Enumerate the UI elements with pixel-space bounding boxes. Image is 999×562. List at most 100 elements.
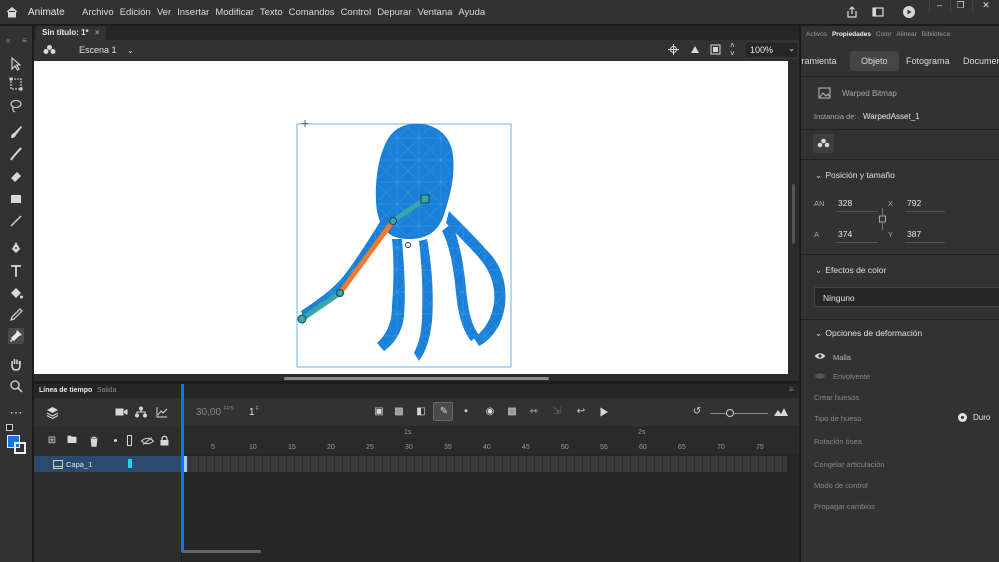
timeline-zoom-slider[interactable] [710, 413, 768, 414]
menu-item-edicion[interactable]: Edición [120, 7, 151, 18]
document-tab[interactable]: Sin título: 1* × [36, 26, 106, 40]
panel-scrollbar[interactable] [792, 184, 795, 244]
pen-tool-icon[interactable] [8, 240, 24, 256]
timeline-horizontal-scrollbar[interactable] [181, 550, 261, 553]
tab-timeline[interactable]: Línea de tiempo [39, 387, 92, 394]
playhead[interactable] [181, 384, 184, 552]
scene-symbol-icon[interactable] [43, 44, 56, 56]
subtab-documento[interactable]: Documento [963, 51, 999, 71]
menu-item-ayuda[interactable]: Ayuda [458, 7, 485, 18]
rewind-icon[interactable]: ↩ [575, 406, 587, 418]
subtab-herramienta[interactable]: Herramienta [801, 51, 837, 71]
onion-skin-icon[interactable]: ◧ [415, 406, 427, 418]
reset-zoom-icon[interactable]: ↺ [691, 406, 703, 418]
test-movie-icon[interactable] [902, 5, 916, 19]
menu-item-comandos[interactable]: Comandos [289, 7, 335, 18]
center-stage-icon[interactable] [668, 44, 679, 55]
delete-layer-icon[interactable] [89, 436, 99, 447]
line-tool-icon[interactable] [8, 213, 24, 229]
free-transform-tool-icon[interactable] [8, 76, 24, 92]
text-tool-icon[interactable] [8, 263, 24, 279]
menu-item-ver[interactable]: Ver [157, 7, 171, 18]
tab-propiedades[interactable]: Propiedades [832, 31, 871, 45]
panel-menu-icon[interactable]: ≡ [789, 385, 794, 394]
timeline-zoom-icon[interactable] [774, 408, 788, 416]
x-value[interactable]: 792 [907, 198, 921, 208]
frame-value[interactable]: 1 [249, 407, 255, 418]
layers-icon[interactable] [46, 406, 59, 419]
menu-item-insertar[interactable]: Insertar [177, 7, 209, 18]
lasso-tool-icon[interactable] [8, 98, 24, 114]
frame-ruler[interactable] [183, 426, 799, 454]
subtab-fotograma[interactable]: Fotograma [906, 51, 950, 71]
home-icon[interactable] [5, 5, 19, 19]
play-icon[interactable] [599, 407, 609, 417]
new-layer-icon[interactable]: ⊞ [46, 435, 58, 447]
menu-item-ventana[interactable]: Ventana [418, 7, 453, 18]
warp-options-header[interactable]: ⌄ Opciones de deformación [815, 328, 922, 339]
stage-horizontal-scrollbar[interactable] [284, 377, 549, 380]
eye-icon[interactable] [814, 352, 826, 360]
tab-color[interactable]: Color [876, 31, 892, 45]
parenting-icon[interactable] [135, 406, 147, 418]
asset-warp-tool-icon[interactable] [8, 328, 24, 344]
layer-row[interactable]: Capa_1 [34, 456, 182, 472]
frame-grid[interactable]: 1s 2s 5 10 15 20 25 30 35 40 45 50 55 60… [181, 384, 799, 562]
rectangle-tool-icon[interactable] [8, 191, 24, 207]
outline-layer-icon[interactable] [127, 435, 132, 446]
insert-blank-keyframe-icon[interactable]: ◉ [484, 406, 496, 418]
bone-type-radio[interactable] [958, 413, 967, 422]
subtab-objeto[interactable]: Objeto [850, 51, 899, 71]
tab-alinear[interactable]: Alinear [897, 31, 917, 45]
brush-tool-icon[interactable] [8, 124, 24, 140]
fps-value[interactable]: 30,00 [196, 407, 221, 418]
minimize-button[interactable]: – [929, 0, 949, 12]
menu-item-control[interactable]: Control [341, 7, 372, 18]
edit-multiple-frames-button[interactable]: ✎ [433, 402, 453, 421]
menu-item-depurar[interactable]: Depurar [377, 7, 411, 18]
position-size-header[interactable]: ⌄ Posición y tamaño [815, 170, 895, 181]
tab-output[interactable]: Salida [97, 387, 116, 394]
convert-tween-icon[interactable]: ⇲ [551, 406, 563, 418]
camera-icon[interactable] [115, 407, 128, 417]
paint-brush-tool-icon[interactable] [8, 146, 24, 162]
clip-stage-icon[interactable] [710, 44, 721, 55]
hide-layer-icon[interactable] [141, 437, 154, 445]
lock-proportions-icon[interactable] [878, 208, 887, 230]
insert-keyframe-icon[interactable]: ▪ [460, 406, 472, 418]
close-tab-icon[interactable]: × [95, 28, 100, 37]
close-window-button[interactable]: ✕ [972, 0, 999, 12]
workspace-icon[interactable] [871, 5, 885, 19]
scene-selector[interactable]: Escena 1 ⌄ [79, 45, 134, 55]
eye-off-icon[interactable] [814, 372, 826, 380]
eyedropper-tool-icon[interactable] [8, 307, 24, 323]
layer-color-indicator[interactable] [128, 459, 132, 468]
rotate-stage-icon[interactable] [689, 44, 701, 56]
create-bones-label[interactable]: Crear huesos [814, 393, 859, 402]
layer-name[interactable]: Capa_1 [66, 460, 92, 469]
stroke-color-swatch[interactable] [14, 442, 26, 454]
loop-icon[interactable]: ▩ [393, 406, 405, 418]
more-tools-icon[interactable]: ⋯ [8, 405, 24, 421]
paint-bucket-tool-icon[interactable] [8, 285, 24, 301]
zoom-tool-icon[interactable] [8, 378, 24, 394]
menu-item-archivo[interactable]: Archivo [82, 7, 114, 18]
create-tween-icon[interactable]: ⇿ [528, 406, 540, 418]
propagate-changes-label[interactable]: Propagar cambios [814, 502, 875, 511]
graph-icon[interactable] [156, 406, 168, 418]
lock-layer-icon[interactable] [160, 435, 169, 446]
zoom-slider-thumb[interactable] [726, 409, 734, 417]
collapse-toolbar-icon[interactable]: « [6, 36, 10, 45]
height-value[interactable]: 374 [838, 229, 852, 239]
color-effects-header[interactable]: ⌄ Efectos de color [815, 265, 886, 276]
width-value[interactable]: 328 [838, 198, 852, 208]
menu-item-modificar[interactable]: Modificar [215, 7, 254, 18]
zoom-stepper-icon[interactable]: ˄ ˅ [730, 42, 735, 58]
tab-activos[interactable]: Activos [806, 31, 827, 45]
tab-biblioteca[interactable]: Biblioteca [922, 31, 950, 45]
center-frame-icon[interactable]: ▣ [373, 406, 385, 418]
hand-tool-icon[interactable] [8, 356, 24, 372]
layer-frame-row[interactable] [183, 456, 787, 472]
highlight-layer-icon[interactable] [114, 439, 117, 442]
color-effect-select[interactable]: Ninguno [814, 287, 999, 307]
